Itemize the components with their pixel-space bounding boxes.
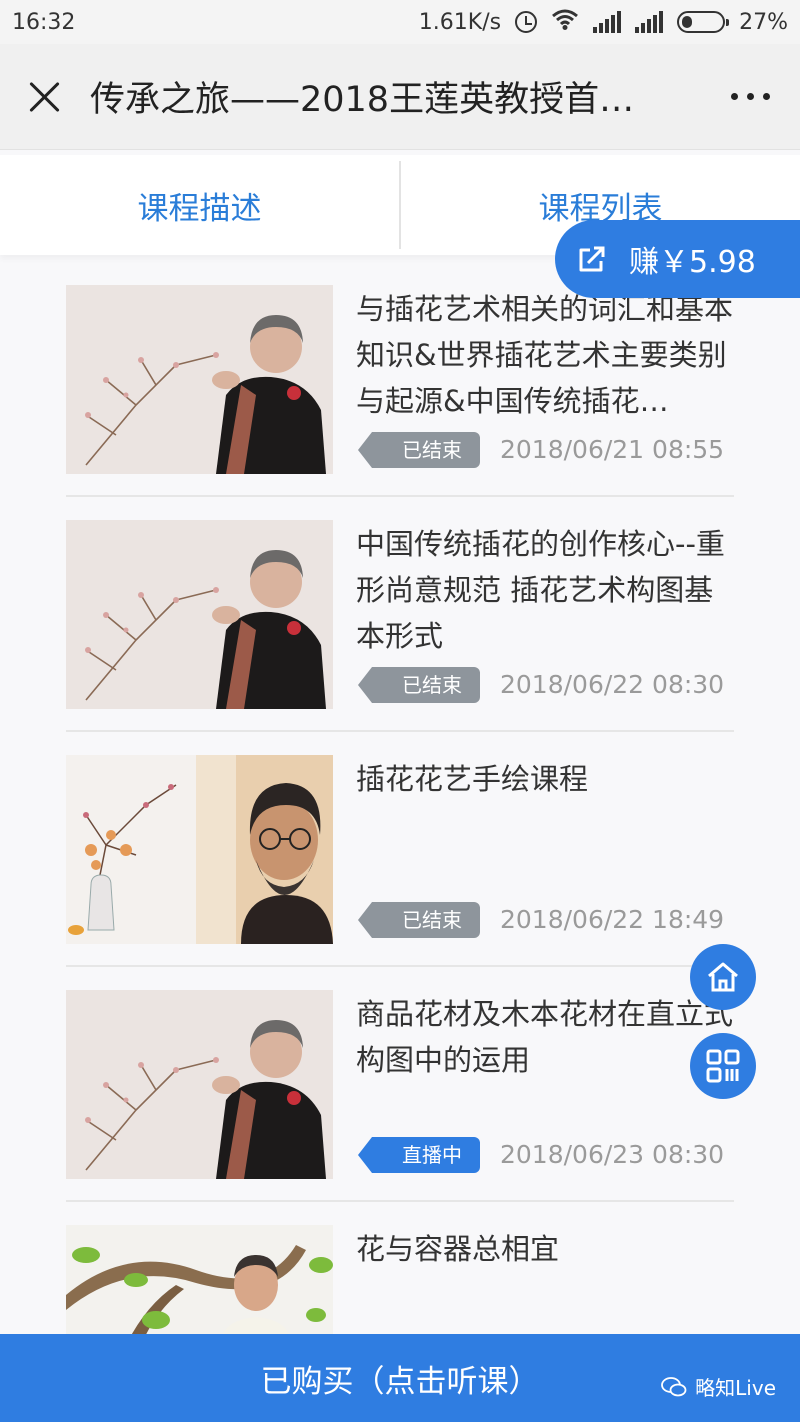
- lesson-title: 插花花艺手绘课程: [356, 762, 589, 796]
- battery-icon: [677, 11, 730, 33]
- lesson-time: 2018/06/22 08:30: [500, 670, 725, 699]
- status-badge: 已结束: [358, 432, 480, 468]
- home-icon: [705, 961, 741, 993]
- status-time: 16:32: [12, 9, 76, 35]
- home-button[interactable]: [690, 944, 756, 1010]
- more-dot-icon: [746, 93, 754, 100]
- title-bar: 传承之旅——2018王莲英教授首…: [0, 44, 800, 150]
- status-badge: 已结束: [358, 902, 480, 938]
- purchased-label: 已购买（点击听课）: [260, 1363, 540, 1400]
- earn-label: 赚￥5.98: [629, 245, 756, 280]
- watermark: 略知Live: [661, 1372, 776, 1401]
- lesson-thumbnail: [66, 1225, 333, 1345]
- list-item[interactable]: 商品花材及木本花材在直立式构图中的运用 直播中 2018/06/23 08:30: [66, 967, 734, 1202]
- lesson-list: 与插花艺术相关的词汇和基本知识&世界插花艺术主要类别与起源&中国传统插花… 已结…: [66, 262, 734, 1422]
- lesson-time: 2018/06/21 08:55: [500, 435, 725, 464]
- alarm-icon: [515, 11, 538, 33]
- page-title: 传承之旅——2018王莲英教授首…: [90, 80, 635, 120]
- wechat-icon: [661, 1376, 687, 1397]
- lesson-time: 2018/06/23 08:30: [500, 1140, 725, 1169]
- battery-percent: 27%: [739, 9, 788, 35]
- wifi-icon: [551, 8, 579, 36]
- status-badge: 已结束: [358, 667, 480, 703]
- lesson-title: 中国传统插花的创作核心--重形尚意规范 插花艺术构图基本形式: [356, 527, 725, 653]
- lesson-time: 2018/06/22 18:49: [500, 905, 725, 934]
- network-speed: 1.61K/s: [418, 9, 502, 35]
- lesson-thumbnail: [66, 755, 333, 944]
- more-button[interactable]: [700, 44, 800, 150]
- close-icon: [28, 80, 62, 114]
- tab-description[interactable]: 课程描述: [0, 155, 399, 255]
- status-badge: 直播中: [358, 1137, 480, 1173]
- lesson-title: 与插花艺术相关的词汇和基本知识&世界插花艺术主要类别与起源&中国传统插花…: [356, 292, 734, 418]
- qr-code-icon: [705, 1048, 741, 1084]
- signal-icon-2: [635, 11, 664, 33]
- qr-code-button[interactable]: [690, 1033, 756, 1099]
- lesson-thumbnail: [66, 520, 333, 709]
- earn-button[interactable]: 赚￥5.98: [555, 220, 800, 298]
- lesson-thumbnail: [66, 990, 333, 1179]
- lesson-title: 花与容器总相宜: [356, 1232, 560, 1266]
- lesson-thumbnail: [66, 285, 333, 474]
- status-bar: 16:32 1.61K/s 27%: [0, 0, 800, 44]
- lesson-title: 商品花材及木本花材在直立式构图中的运用: [356, 997, 734, 1077]
- close-button[interactable]: [0, 44, 90, 150]
- signal-icon: [593, 11, 622, 33]
- list-item[interactable]: 中国传统插花的创作核心--重形尚意规范 插花艺术构图基本形式 已结束 2018/…: [66, 497, 734, 732]
- more-dot-icon: [730, 93, 738, 100]
- watermark-label: 略知Live: [695, 1376, 776, 1400]
- share-icon: [577, 244, 607, 274]
- list-item[interactable]: 插花花艺手绘课程 已结束 2018/06/22 18:49: [66, 732, 734, 967]
- more-dot-icon: [762, 93, 770, 100]
